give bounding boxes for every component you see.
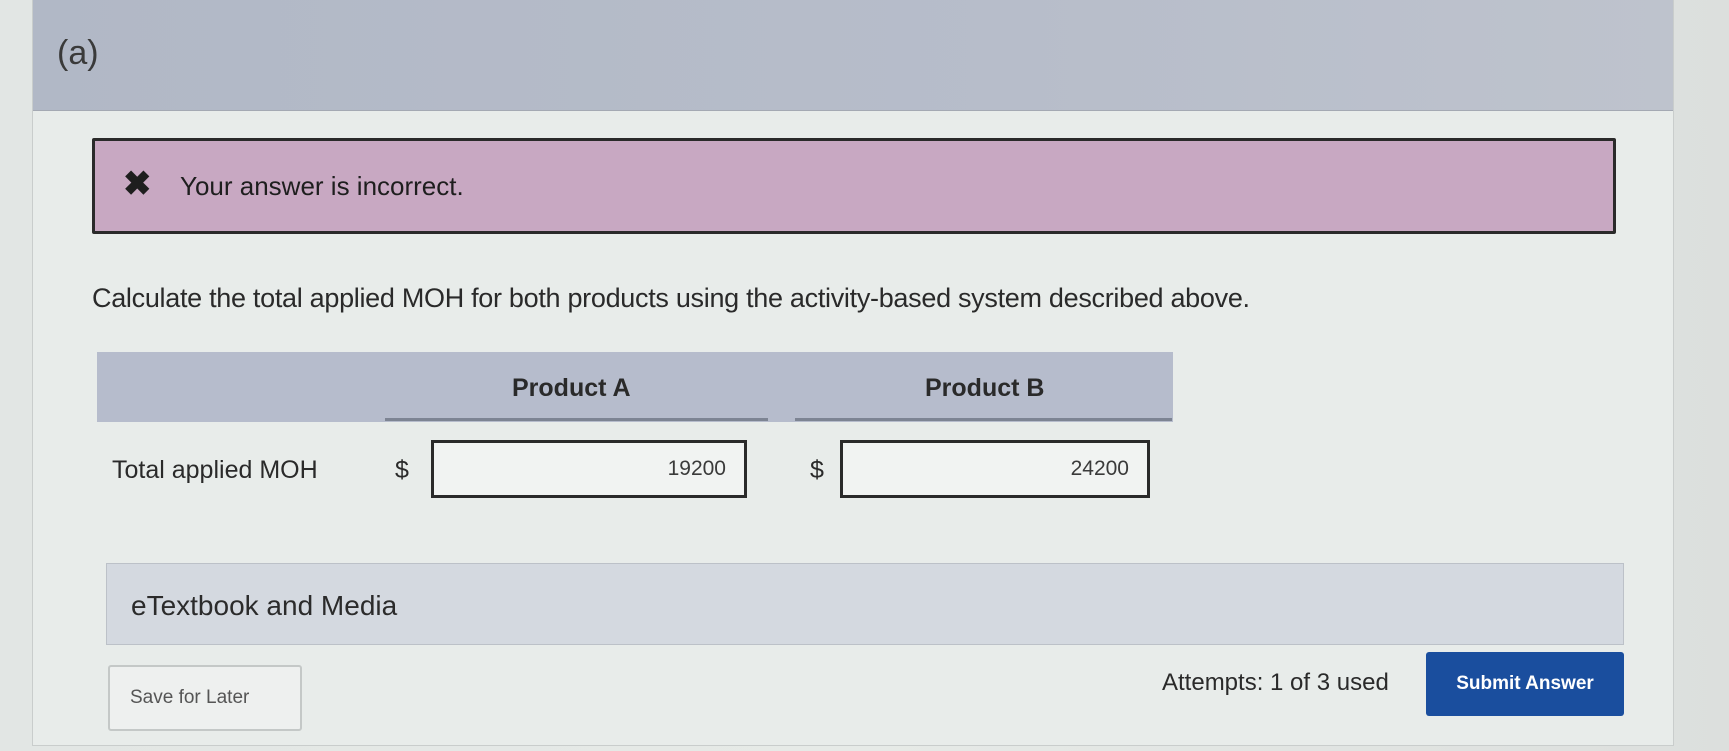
part-header: (a)	[33, 0, 1673, 111]
incorrect-answer-alert: ✖ Your answer is incorrect.	[92, 138, 1616, 234]
answer-input-product-a[interactable]	[431, 440, 747, 498]
column-header-product-b: Product B	[925, 374, 1045, 402]
table-header: Product A Product B	[97, 352, 1173, 422]
part-label: (a)	[57, 34, 99, 72]
column-underline-product-b	[795, 418, 1172, 421]
column-header-product-a: Product A	[512, 374, 631, 402]
column-underline-product-a	[385, 418, 768, 421]
question-text: Calculate the total applied MOH for both…	[92, 283, 1250, 313]
currency-symbol-product-a: $	[395, 456, 409, 484]
answer-input-product-b[interactable]	[840, 440, 1150, 498]
submit-answer-button[interactable]: Submit Answer	[1426, 652, 1624, 716]
alert-message: Your answer is incorrect.	[180, 171, 464, 201]
page-background: (a) ✖ Your answer is incorrect. Calculat…	[0, 0, 1729, 751]
close-x-icon: ✖	[123, 165, 152, 203]
attempts-counter: Attempts: 1 of 3 used	[1162, 669, 1389, 696]
etextbook-media-panel[interactable]: eTextbook and Media	[106, 563, 1624, 645]
etextbook-media-label: eTextbook and Media	[131, 590, 398, 621]
currency-symbol-product-b: $	[810, 456, 824, 484]
row-label-total-applied-moh: Total applied MOH	[112, 456, 318, 484]
save-for-later-button[interactable]: Save for Later	[108, 665, 302, 731]
